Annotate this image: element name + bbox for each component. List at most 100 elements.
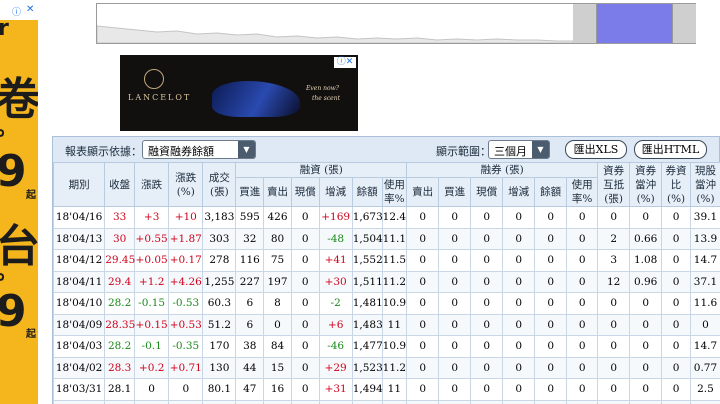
range-navigator-chart[interactable]	[96, 3, 696, 44]
header-daytrade: 資券 當沖 (%)	[629, 162, 663, 207]
cell-off: 0	[597, 335, 631, 358]
cell-dt: 0	[629, 356, 663, 379]
ad-close-icon[interactable]: ✕	[26, 4, 34, 15]
cell-sr: 0	[470, 335, 504, 358]
cell-mc: -46	[318, 335, 353, 358]
table-row: 18'04/09 28.35 +0.15 +0.53 51.2 6 0 0 +6 1,483 11 0…	[52, 313, 720, 336]
cell-ms: 197	[263, 270, 292, 293]
cell-sc: 0	[502, 356, 536, 379]
margin-trading-panel: 報表顯示依據： 融資融券餘額 ▼ 顯示範圍： 三個月 ▼ 匯出XLS 匯出HTM…	[52, 136, 720, 404]
cell-date: 18'04/09	[52, 313, 106, 336]
subheader-short: 增減	[502, 177, 536, 207]
cell-ratio: 0	[661, 206, 691, 229]
cell-sdt: 37.1	[689, 270, 720, 293]
header-margin-group: 融資 (張)	[235, 162, 408, 178]
cell-change: +1.2	[134, 270, 170, 293]
range-select[interactable]: 三個月 ▼	[488, 140, 550, 159]
subheader-margin: 賣出	[263, 177, 292, 207]
cell-sdt: 14.7	[689, 249, 720, 272]
cell-sbal: 0	[534, 399, 568, 404]
cell-ss: 0	[406, 292, 440, 315]
export-xls-button[interactable]: 匯出XLS	[565, 140, 627, 159]
cell-dt: 1.08	[629, 249, 663, 272]
ad-text: 。	[0, 118, 18, 140]
brand-logo-icon	[144, 69, 164, 89]
cell-pct: 0	[168, 378, 204, 401]
chevron-down-icon: ▼	[238, 141, 255, 158]
display-basis-label: 報表顯示依據：	[65, 145, 142, 158]
ad-text: r	[0, 16, 9, 41]
header-ratio: 券資比 (%)	[661, 162, 691, 207]
cell-change: +0.2	[134, 356, 170, 379]
cell-mb: 38	[235, 335, 265, 358]
cell-change: -0.15	[134, 292, 170, 315]
cell-sbal: 0	[534, 378, 568, 401]
cell-dt: 0	[629, 313, 663, 336]
cell-mr: 0	[290, 399, 320, 404]
cell-ss: 0	[406, 206, 440, 229]
cell-date: 18'04/11	[52, 270, 106, 293]
cell-off: 3	[597, 249, 631, 272]
cell-pct: -0.53	[168, 292, 204, 315]
cell-ratio: 0	[661, 249, 691, 272]
cell-su: 0	[566, 378, 599, 401]
cell-ss: 0	[406, 335, 440, 358]
range-handle-left[interactable]	[573, 4, 597, 43]
ad-text-small: 起	[26, 329, 36, 340]
cell-sbal: 0	[534, 356, 568, 379]
cell-mbal: 1,463	[351, 399, 383, 404]
table-row: 18'04/12 29.45 +0.05 +0.17 278 116 75 0 +41 1,552…	[52, 249, 720, 272]
cell-mr: 0	[290, 378, 320, 401]
cell-sdt: 11.6	[689, 292, 720, 315]
cell-dt: 0	[629, 399, 663, 404]
header-change-pct: 漲跌 (%)	[168, 162, 204, 207]
cell-vol: 170	[202, 335, 237, 358]
ad-tagline: the scent	[312, 95, 340, 102]
cell-sc: 0	[502, 292, 536, 315]
cell-sc: 0	[502, 378, 536, 401]
export-html-button[interactable]: 匯出HTML	[634, 140, 707, 159]
header-stock-daytrade: 現股 當沖 (%)	[689, 162, 720, 207]
cell-vol: 80.1	[202, 378, 237, 401]
left-ad-banner[interactable]: ⓘ ✕ r 卷 。 9 起 台 。 9 起	[0, 0, 38, 404]
cell-mu: 10.8	[381, 399, 408, 404]
cell-vol: 51.2	[202, 313, 237, 336]
subheader-short: 現償	[470, 177, 504, 207]
ad-info-icon[interactable]: ⓘ	[12, 5, 21, 18]
cell-pct: +0.17	[168, 249, 204, 272]
cell-sbal: 0	[534, 313, 568, 336]
cell-sr: 0	[470, 399, 504, 404]
cell-mu: 11	[381, 313, 408, 336]
range-value: 三個月	[494, 145, 527, 158]
display-basis-select[interactable]: 融資融券餘額 ▼	[142, 140, 256, 159]
cell-mu: 11.5	[381, 249, 408, 272]
cell-mbal: 1,494	[351, 378, 383, 401]
cell-vol: 1,255	[202, 270, 237, 293]
cell-pct: +0.72	[168, 399, 204, 404]
range-selection[interactable]	[597, 4, 672, 43]
cell-vol: 303	[202, 227, 237, 250]
range-handle-right[interactable]	[672, 4, 696, 43]
cell-off: 2	[597, 227, 631, 250]
range-label: 顯示範圍：	[436, 145, 491, 158]
cell-mr: 0	[290, 249, 320, 272]
cell-mr: 0	[290, 335, 320, 358]
cell-mb: 595	[235, 206, 265, 229]
cell-sc: 0	[502, 335, 536, 358]
cell-mbal: 1,483	[351, 313, 383, 336]
cell-close: 28.1	[104, 378, 136, 401]
cell-sc: 0	[502, 227, 536, 250]
cell-mr: 0	[290, 313, 320, 336]
ad-close-icon[interactable]: ⓘ✕	[334, 57, 356, 68]
ad-text: 9	[0, 146, 27, 197]
cell-close: 28.2	[104, 335, 136, 358]
cell-ms: 6	[263, 399, 292, 404]
cell-mbal: 1,477	[351, 335, 383, 358]
cell-dt: 0	[629, 292, 663, 315]
cell-mu: 11	[381, 378, 408, 401]
cell-pct: +0.71	[168, 356, 204, 379]
cell-mc: -2	[318, 292, 353, 315]
lancelot-ad-banner[interactable]: LANCELOT Even now? the scent ⓘ✕	[120, 55, 358, 131]
cell-mr: 0	[290, 206, 320, 229]
cell-date: 18'04/13	[52, 227, 106, 250]
